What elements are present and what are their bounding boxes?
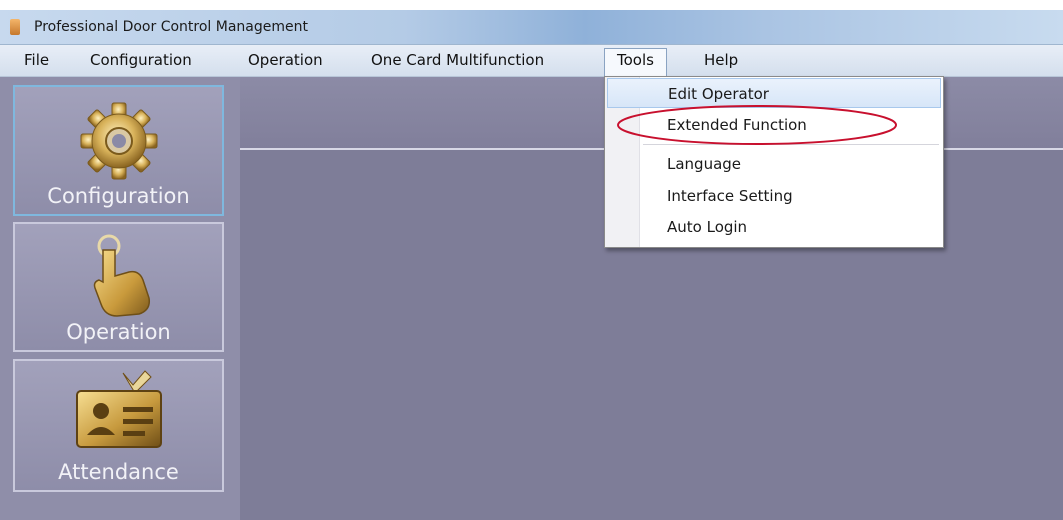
window-title: Professional Door Control Management: [34, 19, 308, 35]
menu-separator: [643, 144, 939, 145]
sidebar-item-operation[interactable]: Operation: [13, 222, 224, 352]
menu-bar: File Configuration Operation One Card Mu…: [0, 45, 1063, 77]
id-card-icon: [71, 369, 167, 455]
menu-item-language[interactable]: Language: [607, 149, 941, 179]
menu-item-auto-login[interactable]: Auto Login: [607, 212, 941, 242]
title-bar[interactable]: Professional Door Control Management: [0, 10, 1063, 45]
sidebar-item-label: Operation: [66, 320, 171, 344]
gear-icon: [73, 101, 165, 185]
app-window: Professional Door Control Management Fil…: [0, 0, 1063, 520]
menu-operation[interactable]: Operation: [244, 49, 327, 71]
hand-pointer-icon: [79, 232, 159, 322]
menu-one-card-multifunction[interactable]: One Card Multifunction: [367, 49, 548, 71]
sidebar-item-label: Attendance: [58, 460, 179, 484]
menu-tools[interactable]: Tools: [604, 48, 667, 76]
menu-help[interactable]: Help: [700, 49, 742, 71]
sidebar-item-attendance[interactable]: Attendance: [13, 359, 224, 492]
tools-dropdown-menu: Edit Operator Extended Function Language…: [604, 76, 944, 248]
sidebar: Configuration Operation Attendance: [0, 77, 240, 520]
menu-file[interactable]: File: [20, 49, 53, 71]
menu-configuration[interactable]: Configuration: [86, 49, 196, 71]
menu-item-edit-operator[interactable]: Edit Operator: [607, 78, 941, 108]
sidebar-item-label: Configuration: [47, 184, 190, 208]
sidebar-item-configuration[interactable]: Configuration: [13, 85, 224, 216]
app-icon: [10, 19, 20, 35]
menu-item-interface-setting[interactable]: Interface Setting: [607, 181, 941, 211]
menu-item-extended-function[interactable]: Extended Function: [607, 110, 941, 140]
